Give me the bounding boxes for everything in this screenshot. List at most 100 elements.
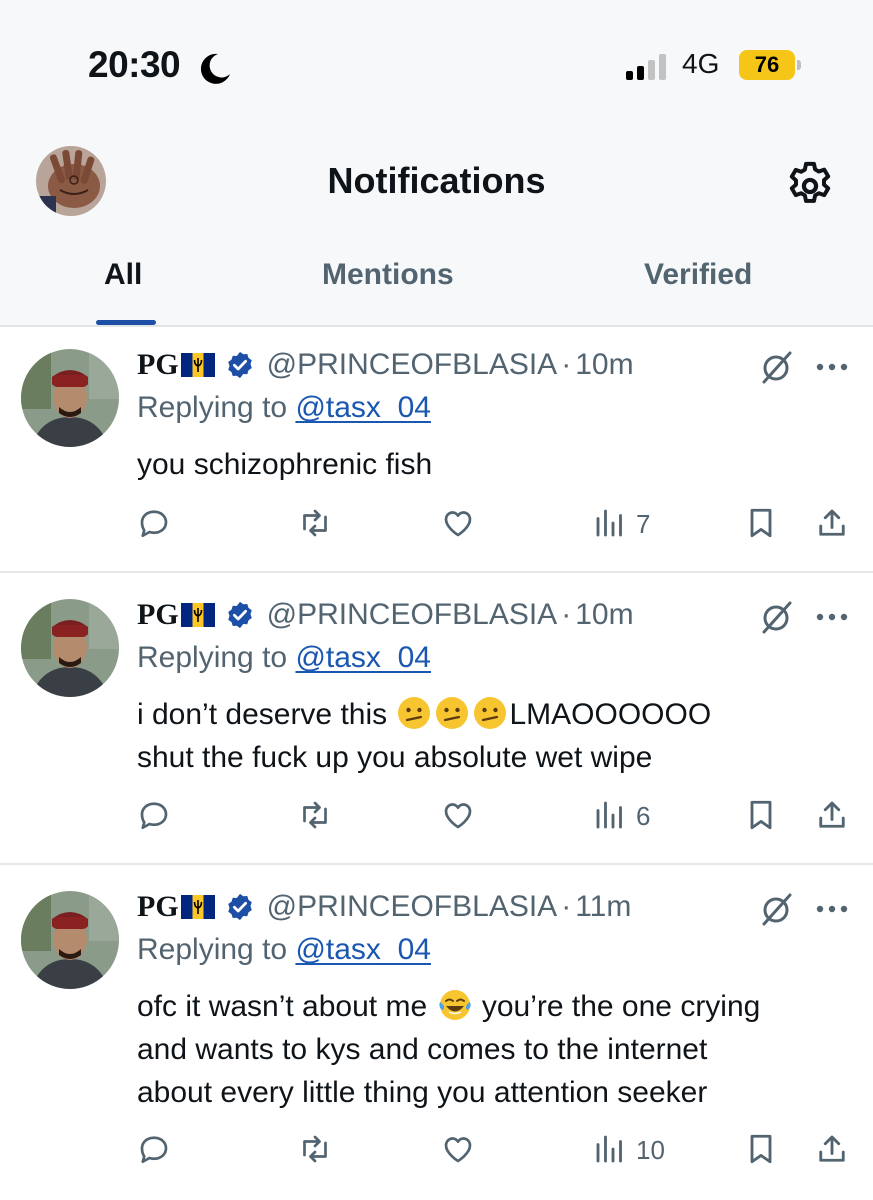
heart-icon — [444, 803, 472, 829]
gear-icon[interactable] — [782, 158, 838, 214]
verified-badge-icon — [227, 351, 252, 379]
more-options-icon[interactable] — [814, 899, 850, 919]
tab-all[interactable]: All — [104, 258, 142, 292]
avatar[interactable] — [21, 349, 119, 447]
share-button[interactable] — [814, 1131, 850, 1175]
tweet-author-row: PG @PRINCEOFBLASIA · 11m — [137, 887, 631, 927]
grok-icon[interactable] — [756, 347, 796, 387]
replying-to-handle[interactable]: @tasx_04 — [295, 933, 431, 966]
views-button[interactable]: 6 — [592, 797, 650, 841]
bookmark-button[interactable] — [743, 505, 779, 549]
confused-face-emoji-icon — [436, 697, 469, 729]
reply-icon — [140, 802, 168, 830]
avatar[interactable] — [21, 599, 119, 697]
like-button[interactable] — [440, 505, 476, 549]
repost-icon — [303, 1135, 327, 1163]
signal-strength-icon — [626, 54, 666, 80]
display-name[interactable]: PG — [137, 348, 179, 382]
bookmark-icon — [750, 800, 772, 830]
bookmark-icon — [750, 508, 772, 538]
tweet-text-segment: LMAOOOOOO — [509, 698, 712, 731]
status-bar: 20:30 4G 76 — [0, 0, 873, 120]
like-button[interactable] — [440, 797, 476, 841]
display-name[interactable]: PG — [137, 890, 179, 924]
tweet-text-line: i don’t deserve this LMAOOOOOO — [137, 693, 847, 736]
tweet[interactable]: PG @PRINCEOFBLASIA · 10m Replying to @ta… — [0, 573, 873, 863]
avatar-photo — [21, 891, 119, 989]
barbados-flag-icon — [180, 353, 215, 377]
share-button[interactable] — [814, 797, 850, 841]
reply-button[interactable] — [136, 505, 172, 549]
share-icon — [819, 509, 845, 536]
separator-dot: · — [561, 890, 572, 923]
replying-to-label: Replying to — [137, 391, 288, 424]
bookmark-button[interactable] — [743, 797, 779, 841]
notification-tabs: All Mentions Verified — [0, 240, 873, 325]
notifications-header: Notifications All Mentions Verified — [0, 120, 873, 325]
tweet[interactable]: PG @PRINCEOFBLASIA · 10m Replying to @ta… — [0, 327, 873, 572]
tab-mentions[interactable]: Mentions — [322, 258, 454, 292]
tweet-text-segment: ofc it wasn’t about me — [137, 990, 428, 1023]
user-handle[interactable]: @PRINCEOFBLASIA — [267, 598, 558, 632]
avatar[interactable] — [21, 891, 119, 989]
tweet-author-row: PG @PRINCEOFBLASIA · 10m — [137, 595, 634, 635]
display-name[interactable]: PG — [137, 598, 179, 632]
views-icon — [596, 801, 622, 829]
views-button[interactable]: 10 — [592, 1131, 665, 1175]
replying-to-label: Replying to — [137, 641, 288, 674]
tweet-time[interactable]: 11m — [575, 890, 631, 924]
tweet-actions: 7 — [0, 505, 873, 549]
verified-badge-icon — [227, 893, 252, 921]
like-button[interactable] — [440, 1131, 476, 1175]
replying-to: Replying to @tasx_04 — [137, 391, 431, 425]
tweet-text: you schizophrenic fish — [137, 443, 847, 486]
replying-to-handle[interactable]: @tasx_04 — [295, 391, 431, 424]
tweet-text-line: ofc it wasn’t about me you’re the one cr… — [137, 985, 847, 1028]
tweet[interactable]: PG @PRINCEOFBLASIA · 11m Replying to @ta… — [0, 865, 873, 1200]
tweet-text: ofc it wasn’t about me you’re the one cr… — [137, 985, 847, 1114]
tears-of-joy-emoji-icon — [438, 990, 471, 1020]
barbados-flag-icon — [180, 895, 215, 919]
moon-icon — [200, 53, 230, 84]
share-icon — [819, 801, 845, 828]
tweet-text-line: and wants to kys and comes to the intern… — [137, 1033, 708, 1066]
repost-button[interactable] — [297, 797, 333, 841]
tab-verified[interactable]: Verified — [644, 258, 752, 292]
views-button[interactable]: 7 — [592, 505, 650, 549]
reply-button[interactable] — [136, 1131, 172, 1175]
heart-icon — [444, 1137, 472, 1163]
reply-icon — [140, 510, 168, 538]
reply-icon — [140, 1136, 168, 1164]
repost-button[interactable] — [297, 505, 333, 549]
reply-button[interactable] — [136, 797, 172, 841]
grok-icon[interactable] — [756, 597, 796, 637]
barbados-flag-icon — [180, 603, 215, 627]
bookmark-button[interactable] — [743, 1131, 779, 1175]
views-count: 7 — [636, 509, 651, 539]
tweet-actions: 10 — [0, 1131, 873, 1175]
avatar-photo — [21, 599, 119, 697]
more-options-icon[interactable] — [814, 357, 850, 377]
share-button[interactable] — [814, 505, 850, 549]
views-count: 10 — [636, 1135, 665, 1165]
bookmark-icon — [750, 1134, 772, 1164]
grok-icon[interactable] — [756, 889, 796, 929]
replying-to-label: Replying to — [137, 933, 288, 966]
replying-to: Replying to @tasx_04 — [137, 933, 431, 967]
network-type: 4G — [682, 48, 720, 79]
replying-to-handle[interactable]: @tasx_04 — [295, 641, 431, 674]
status-time: 20:30 — [88, 44, 181, 85]
battery-level: 76 — [754, 52, 780, 77]
battery-indicator: 76 — [739, 50, 803, 80]
repost-button[interactable] — [297, 1131, 333, 1175]
tweet-time[interactable]: 10m — [575, 598, 633, 632]
confused-face-emoji-icon — [474, 697, 507, 729]
battery-tip — [797, 60, 801, 70]
user-handle[interactable]: @PRINCEOFBLASIA — [267, 348, 558, 382]
avatar-photo — [21, 349, 119, 447]
tweet-time[interactable]: 10m — [575, 348, 633, 382]
share-icon — [819, 1135, 845, 1162]
heart-icon — [444, 511, 472, 537]
more-options-icon[interactable] — [814, 607, 850, 627]
user-handle[interactable]: @PRINCEOFBLASIA — [267, 890, 558, 924]
